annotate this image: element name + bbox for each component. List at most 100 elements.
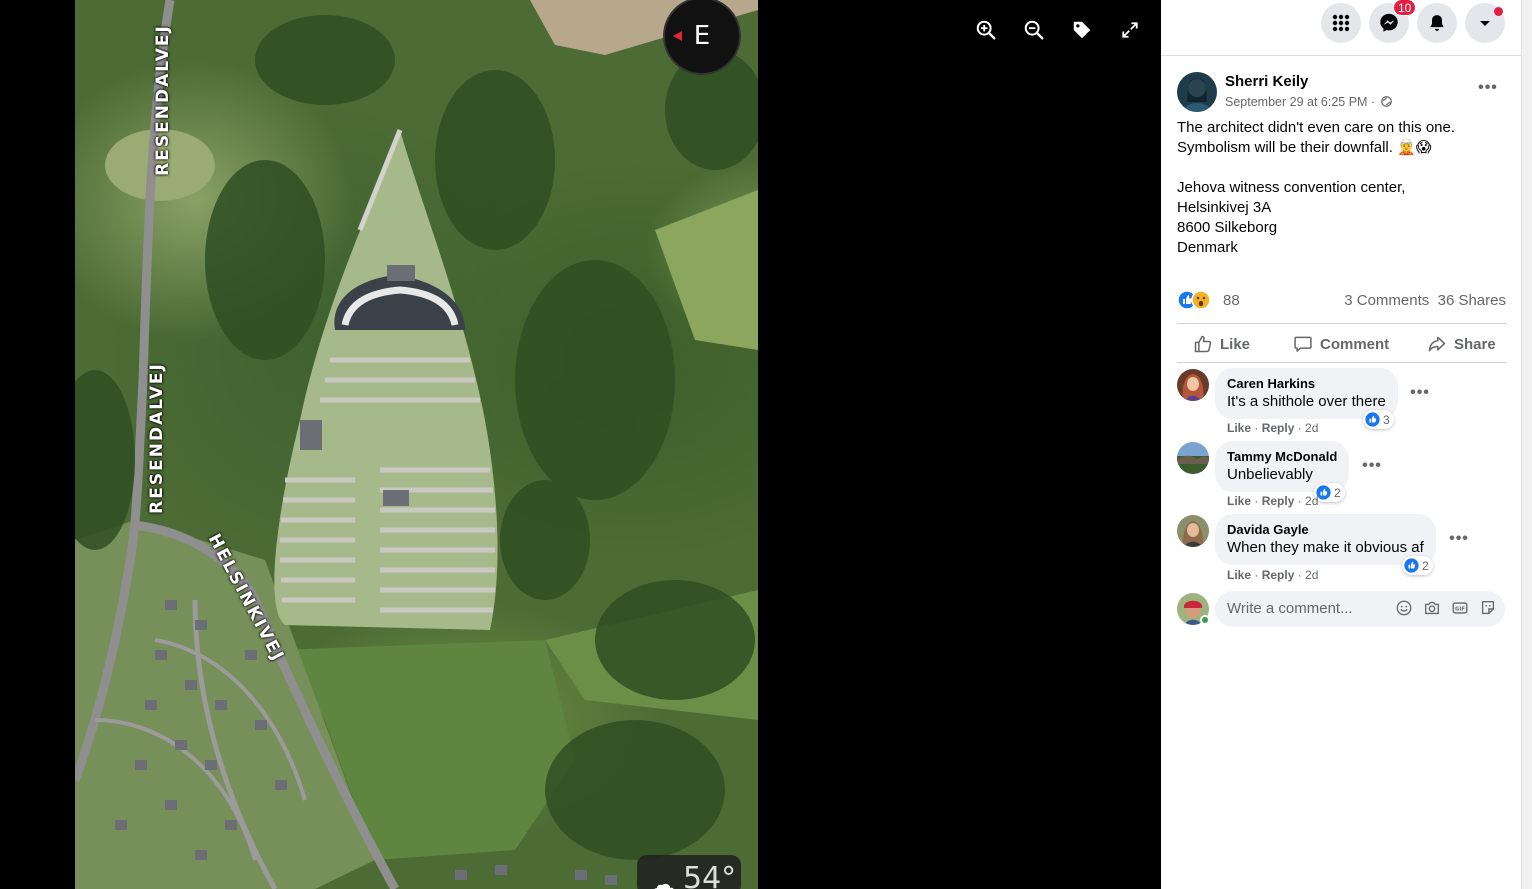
comment-like-link[interactable]: Like bbox=[1227, 494, 1251, 508]
commenter-avatar[interactable] bbox=[1177, 515, 1209, 547]
compass-heading: E bbox=[693, 21, 711, 51]
comment-reactions[interactable]: 3 bbox=[1363, 410, 1394, 429]
comment-options-icon[interactable]: ••• bbox=[1444, 531, 1474, 553]
post-header: Sherri Keily September 29 at 6:25 PM · •… bbox=[1177, 72, 1507, 112]
comment-like-link[interactable]: Like bbox=[1227, 421, 1251, 435]
like-reaction-icon bbox=[1365, 412, 1380, 427]
field-right bbox=[655, 190, 758, 350]
aerial-map-photo[interactable]: RESENDALVEJ RESENDALVEJ HELSINKIVEJ bbox=[75, 0, 758, 889]
comment-reactions[interactable]: 2 bbox=[1314, 483, 1345, 502]
post-actions: Like Comment Share bbox=[1177, 323, 1506, 363]
menu-grid-button[interactable] bbox=[1321, 3, 1361, 43]
post-timestamp[interactable]: September 29 at 6:25 PM · bbox=[1225, 95, 1392, 109]
comment-meta: Like · Reply · 2d bbox=[1227, 494, 1319, 508]
comments-count[interactable]: 3 Comments bbox=[1344, 292, 1429, 309]
comment-bubble: Davida Gayle When they make it obvious a… bbox=[1215, 514, 1436, 565]
emoji-icon[interactable] bbox=[1395, 599, 1413, 617]
gif-icon[interactable]: GIF bbox=[1451, 599, 1469, 617]
map-graphics bbox=[75, 0, 758, 889]
post-line: Helsinkivej 3A bbox=[1177, 199, 1272, 216]
tag-icon[interactable] bbox=[1066, 14, 1098, 46]
camera-icon[interactable] bbox=[1423, 599, 1441, 617]
wow-reaction-icon bbox=[1191, 290, 1211, 310]
comment-like-count: 2 bbox=[1334, 485, 1341, 500]
post-line: 8600 Silkeborg bbox=[1177, 219, 1278, 236]
cloud-icon: ☁ bbox=[648, 869, 676, 889]
comment-meta: Like · Reply · 2d bbox=[1227, 421, 1319, 435]
comment-age[interactable]: 2d bbox=[1305, 568, 1318, 582]
post-options-icon[interactable]: ••• bbox=[1473, 80, 1503, 102]
fullscreen-icon[interactable] bbox=[1114, 14, 1146, 46]
comment-age[interactable]: 2d bbox=[1305, 494, 1318, 508]
comment-icon bbox=[1294, 336, 1312, 352]
share-icon bbox=[1428, 336, 1446, 352]
comment-label: Comment bbox=[1320, 335, 1390, 353]
comment-composer: Write a comment... GIF bbox=[1177, 591, 1507, 627]
comment-share-counts: 3 Comments 36 Shares bbox=[1344, 292, 1506, 309]
composer-tools: GIF bbox=[1395, 599, 1497, 617]
commenter-avatar[interactable] bbox=[1177, 369, 1209, 401]
post-author-name[interactable]: Sherri Keily bbox=[1225, 73, 1308, 90]
post-line bbox=[1177, 158, 1507, 178]
messenger-button[interactable]: 10 bbox=[1369, 0, 1417, 43]
weather-temperature: 54° bbox=[683, 861, 737, 889]
comment-like-count: 3 bbox=[1383, 412, 1390, 427]
road-label: RESENDALVEJ bbox=[146, 362, 167, 514]
comment-options-icon[interactable]: ••• bbox=[1357, 458, 1387, 480]
comment-like-count: 2 bbox=[1422, 558, 1429, 573]
account-dropdown-icon bbox=[1480, 21, 1490, 26]
comment-reply-link[interactable]: Reply bbox=[1262, 494, 1295, 508]
post-body: The architect didn't even care on this o… bbox=[1177, 118, 1507, 258]
road-label: RESENDALVEJ bbox=[152, 24, 173, 176]
page-scrollbar[interactable] bbox=[1521, 0, 1532, 889]
svg-text:GIF: GIF bbox=[1455, 606, 1465, 612]
like-button[interactable]: Like bbox=[1193, 332, 1250, 356]
commenter-name[interactable]: Davida Gayle bbox=[1227, 522, 1424, 538]
comment-age[interactable]: 2d bbox=[1305, 421, 1318, 435]
zoom-out-icon[interactable] bbox=[1018, 14, 1050, 46]
messenger-badge: 10 bbox=[1393, 0, 1417, 16]
notifications-icon bbox=[1430, 15, 1444, 31]
comment-reply-link[interactable]: Reply bbox=[1262, 421, 1295, 435]
notifications-button[interactable] bbox=[1417, 3, 1457, 43]
sticker-icon[interactable] bbox=[1479, 599, 1497, 617]
author-avatar[interactable] bbox=[1177, 72, 1217, 112]
share-button[interactable]: Share bbox=[1427, 332, 1496, 356]
post-stats: 88 3 Comments 36 Shares bbox=[1177, 289, 1506, 311]
shares-count[interactable]: 36 Shares bbox=[1438, 292, 1506, 309]
post-panel: 10 Sherri Keily September 29 at 6:25 PM … bbox=[1161, 0, 1521, 889]
post-time-text: September 29 at 6:25 PM · bbox=[1225, 95, 1376, 109]
comment-text: It's a shithole over there bbox=[1227, 393, 1386, 410]
share-label: Share bbox=[1454, 335, 1496, 353]
compass: E bbox=[663, 0, 741, 75]
online-status-dot bbox=[1200, 615, 1210, 625]
comment-reply-link[interactable]: Reply bbox=[1262, 568, 1295, 582]
thumbs-up-icon bbox=[1194, 335, 1212, 353]
like-label: Like bbox=[1220, 335, 1251, 353]
comment-text: When they make it obvious af bbox=[1227, 539, 1424, 556]
globe-icon bbox=[1380, 96, 1392, 107]
like-reaction-icon bbox=[1404, 558, 1419, 573]
post-line: Denmark bbox=[1177, 239, 1238, 256]
notification-dot bbox=[1494, 7, 1503, 16]
viewer-toolbar bbox=[970, 14, 1146, 46]
zoom-in-icon[interactable] bbox=[970, 14, 1002, 46]
account-dropdown-button[interactable] bbox=[1465, 3, 1505, 43]
commenter-name[interactable]: Caren Harkins bbox=[1227, 376, 1386, 392]
menu-grid-icon bbox=[1332, 14, 1350, 32]
comment-like-link[interactable]: Like bbox=[1227, 568, 1251, 582]
reaction-icons[interactable] bbox=[1177, 290, 1217, 310]
commenter-name[interactable]: Tammy McDonald bbox=[1227, 449, 1337, 465]
weather-widget: ☁ 54° bbox=[637, 855, 741, 889]
comment-reactions[interactable]: 2 bbox=[1402, 556, 1433, 575]
commenter-avatar[interactable] bbox=[1177, 442, 1209, 474]
photo-viewer: RESENDALVEJ RESENDALVEJ HELSINKIVEJ E ☁ … bbox=[0, 0, 1161, 889]
post-line: Jehova witness convention center, bbox=[1177, 179, 1406, 196]
post-line: Symbolism will be their downfall. 🧝😱 bbox=[1177, 139, 1432, 156]
comment-options-icon[interactable]: ••• bbox=[1405, 385, 1435, 407]
comment-text: Unbelievably bbox=[1227, 466, 1313, 483]
comment-button[interactable]: Comment bbox=[1293, 332, 1389, 356]
post-line: The architect didn't even care on this o… bbox=[1177, 119, 1456, 136]
reaction-count[interactable]: 88 bbox=[1223, 292, 1240, 309]
comment-meta: Like · Reply · 2d bbox=[1227, 568, 1319, 582]
